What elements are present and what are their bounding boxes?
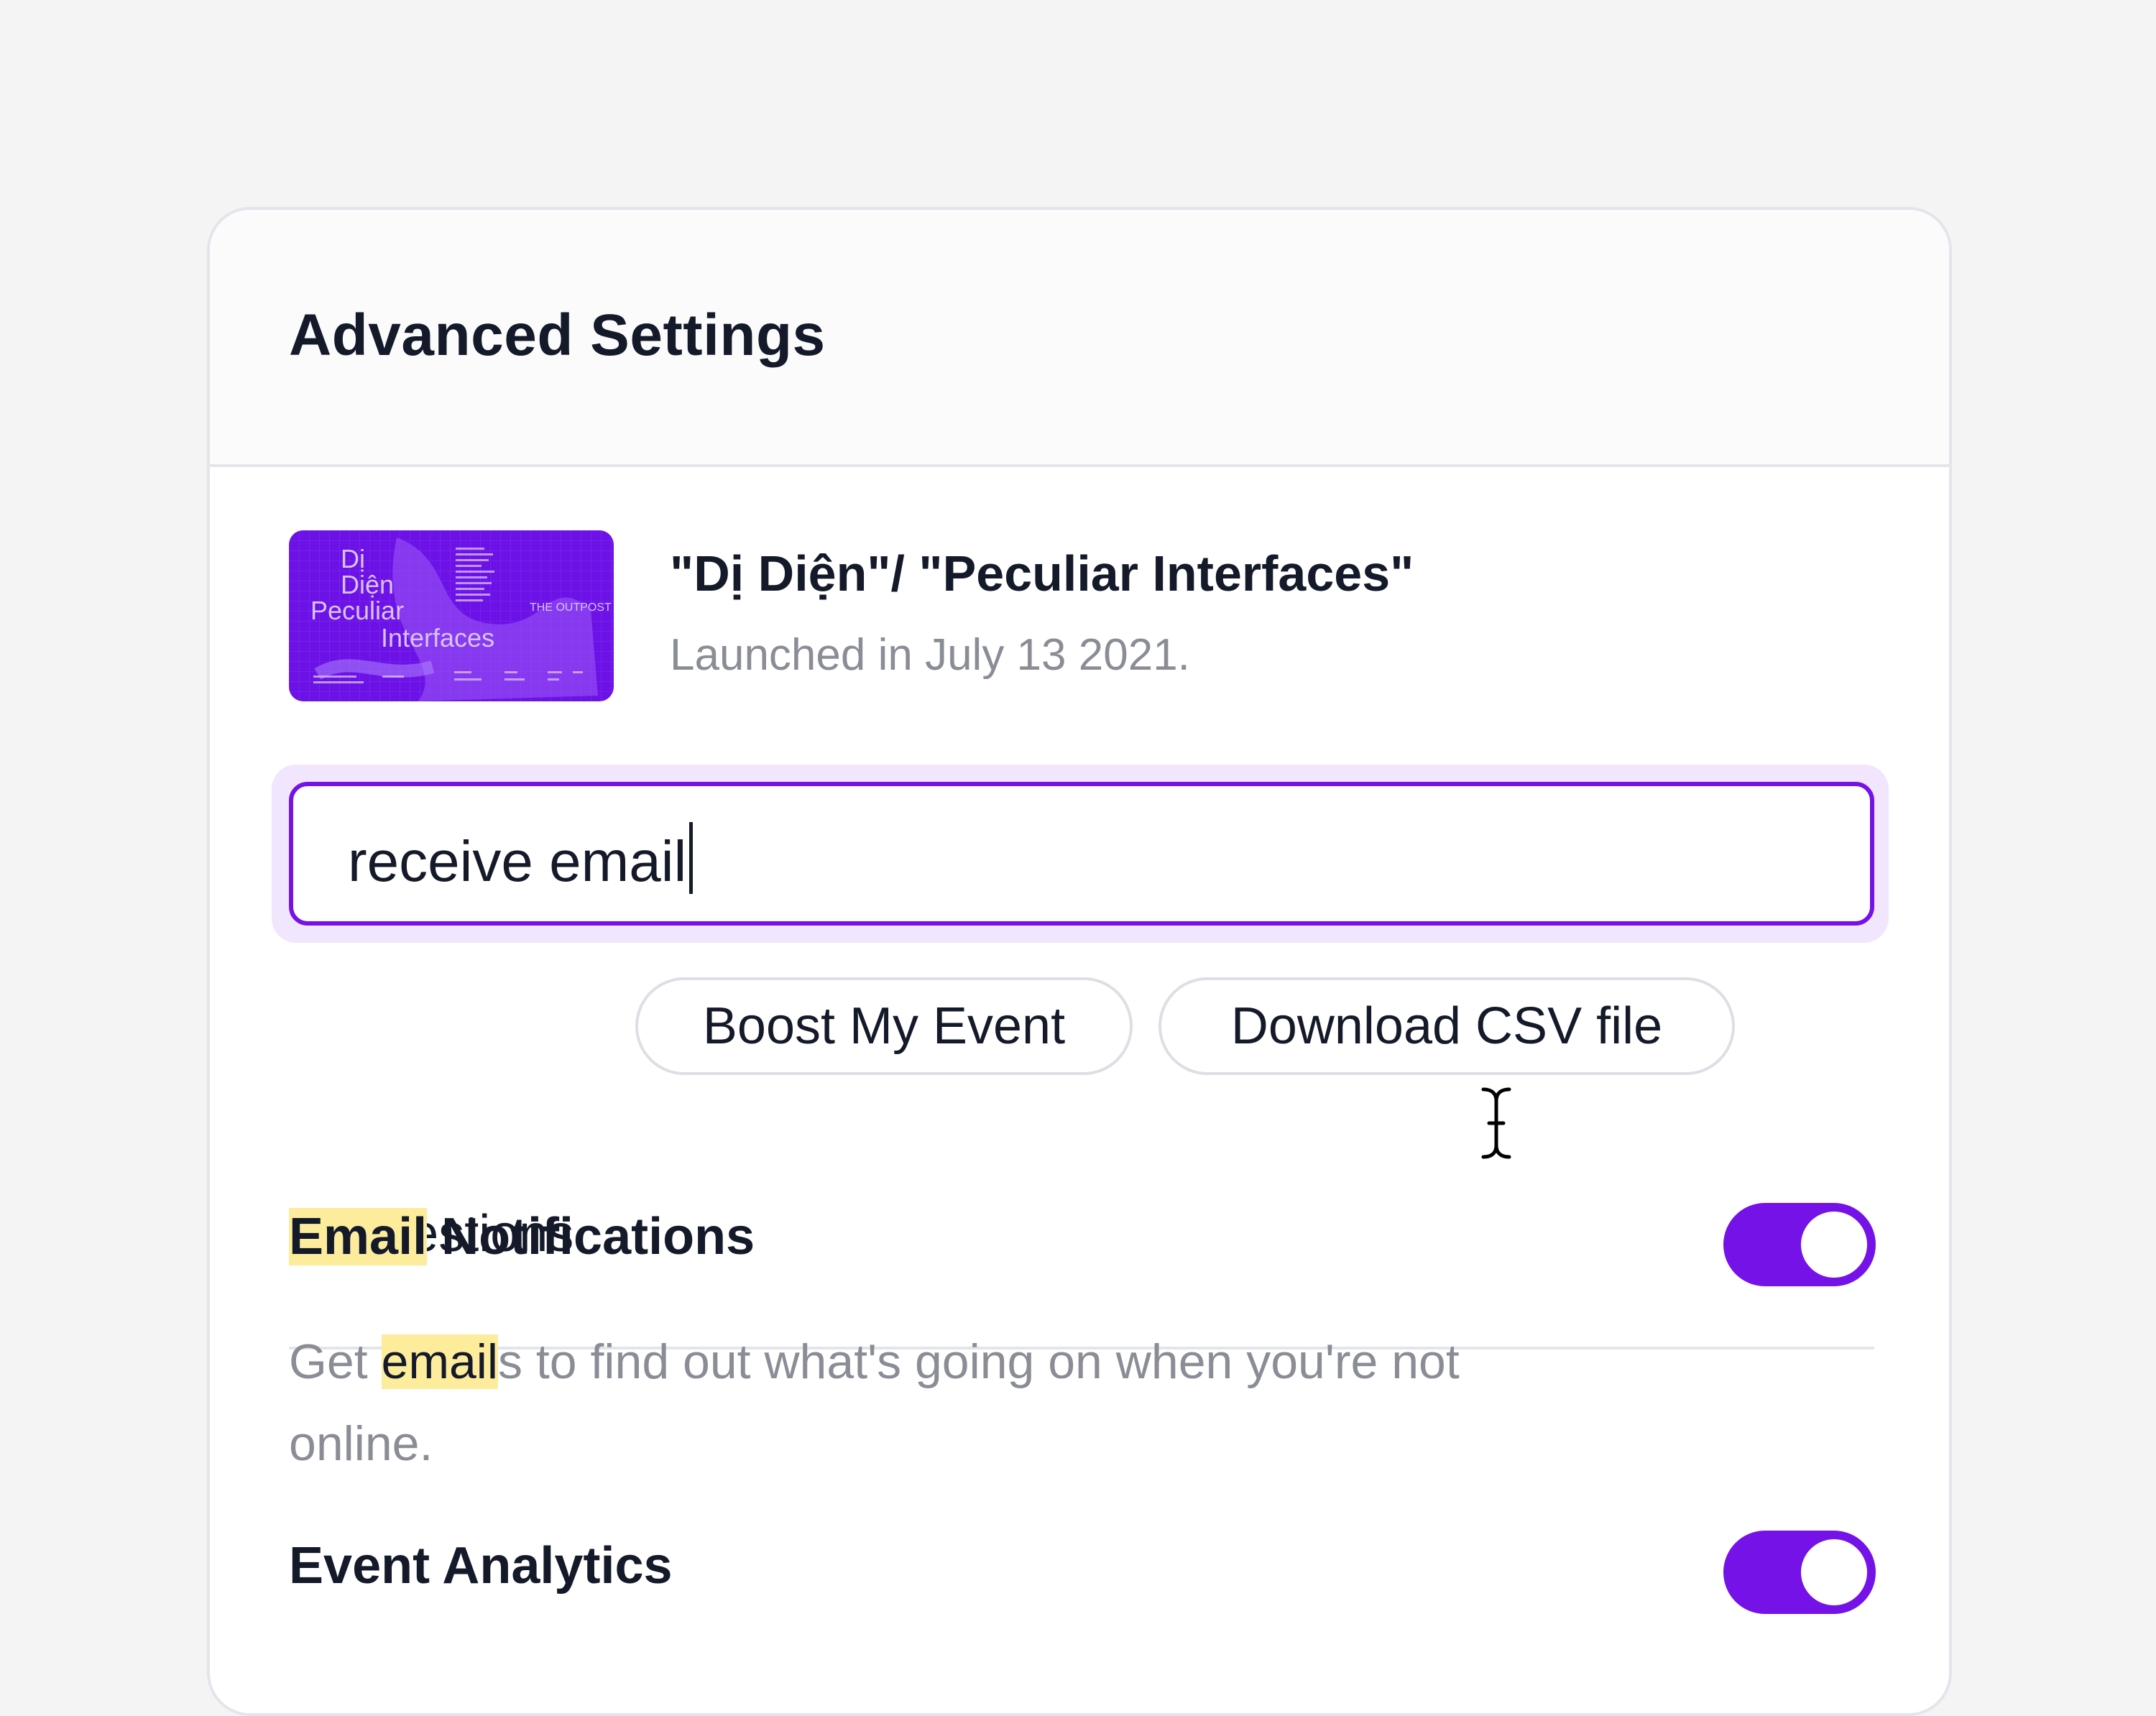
- suggestion-chip-boost-my-event[interactable]: Boost My Event: [635, 977, 1133, 1075]
- email-notifications-title: Email Notifications: [289, 1207, 755, 1266]
- search-input-value: receive email: [348, 829, 687, 893]
- poster-line-3: Peculiar: [310, 596, 404, 625]
- poster-line-1: Dị: [341, 544, 365, 573]
- settings-search-input[interactable]: receive email: [289, 782, 1874, 926]
- email-notifications-description: Get emails to find out what's going on w…: [289, 1321, 1511, 1485]
- advanced-settings-card: Advanced Settings Dị Diện Peculiar Inter…: [207, 207, 1952, 1716]
- toggle-knob: [1801, 1212, 1867, 1278]
- card-header: Advanced Settings: [210, 210, 1949, 467]
- event-analytics-toggle[interactable]: [1723, 1531, 1876, 1614]
- search-match-highlight: Email: [289, 1208, 428, 1265]
- event-poster-image: Dị Diện Peculiar Interfaces THE OUTPOST: [289, 530, 614, 701]
- poster-line-2: Diện: [341, 570, 394, 599]
- poster-line-4: Interfaces: [381, 623, 494, 652]
- email-notifications-title-rest: Notifications: [427, 1208, 755, 1265]
- text-cursor-icon: [1479, 1085, 1514, 1161]
- text-caret: [689, 822, 694, 894]
- event-thumbnail: Dị Diện Peculiar Interfaces THE OUTPOST: [289, 530, 614, 701]
- event-launch-date: Launched in July 13 2021.: [670, 630, 1190, 680]
- suggestion-chip-label: Download CSV file: [1230, 997, 1663, 1055]
- suggestion-chip-label: Boost My Event: [702, 997, 1066, 1055]
- page-title: Advanced Settings: [289, 303, 826, 368]
- search-match-highlight: email: [381, 1334, 498, 1389]
- poster-venue: THE OUTPOST: [530, 601, 612, 614]
- event-analytics-title: Event Analytics: [289, 1537, 673, 1595]
- desc-prefix: Get: [289, 1334, 382, 1389]
- email-notifications-toggle[interactable]: [1723, 1203, 1876, 1286]
- toggle-knob: [1801, 1539, 1867, 1605]
- suggestion-chip-download-csv[interactable]: Download CSV file: [1158, 977, 1735, 1075]
- event-title: "Dị Diện"/ "Peculiar Interfaces": [670, 545, 1414, 601]
